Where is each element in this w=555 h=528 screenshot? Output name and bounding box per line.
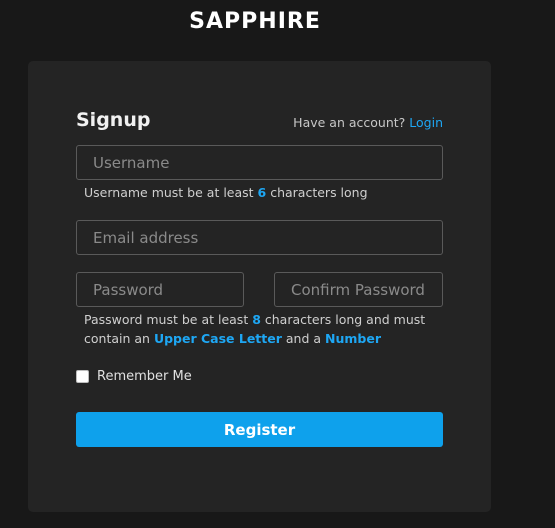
- password-req-uppercase: Upper Case Letter: [153, 331, 282, 346]
- username-min-length: 6: [257, 185, 267, 200]
- brand-logo: SAPPHIRE: [189, 9, 321, 34]
- password-min-length: 8: [252, 312, 261, 327]
- signup-heading: Signup: [76, 109, 151, 131]
- confirm-password-input[interactable]: [274, 272, 443, 307]
- email-input[interactable]: [76, 220, 443, 255]
- password-hint-line2: contain an Upper Case Letter and a Numbe…: [84, 329, 425, 348]
- password-hint-line1: Password must be at least 8 characters l…: [84, 310, 425, 329]
- username-input[interactable]: [76, 145, 443, 180]
- password-hint-prefix: Password must be at least: [84, 312, 253, 327]
- password-req-number: Number: [325, 331, 381, 346]
- signup-card: Signup Have an account? Login Username m…: [28, 61, 491, 512]
- login-link[interactable]: Login: [409, 115, 443, 130]
- password-hint: Password must be at least 8 characters l…: [84, 310, 425, 348]
- have-account-label: Have an account?: [293, 115, 406, 130]
- password-hint-and: and a: [281, 331, 326, 346]
- username-hint-prefix: Username must be at least: [84, 185, 258, 200]
- password-hint-suffix: characters long and must: [260, 312, 426, 327]
- username-hint: Username must be at least 6 characters l…: [84, 183, 368, 202]
- remember-me-checkbox[interactable]: [76, 370, 89, 383]
- register-button[interactable]: Register: [76, 412, 443, 447]
- have-account-text: Have an account? Login: [293, 115, 443, 130]
- username-hint-suffix: characters long: [266, 185, 368, 200]
- remember-me-option[interactable]: Remember Me: [76, 369, 192, 384]
- password-hint-contain: contain an: [84, 331, 154, 346]
- remember-me-label: Remember Me: [97, 369, 192, 384]
- password-input[interactable]: [76, 272, 244, 307]
